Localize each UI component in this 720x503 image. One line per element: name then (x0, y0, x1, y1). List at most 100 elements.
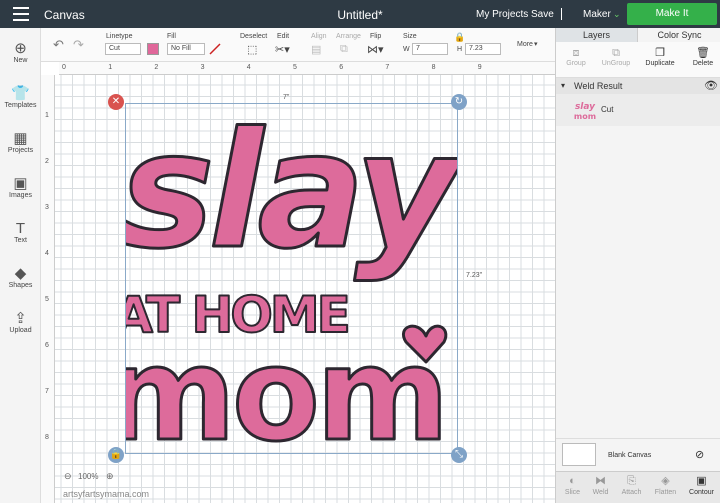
sidebar-item-new[interactable]: ⊕ New (0, 40, 41, 64)
ruler-tick-label: 4 (246, 64, 251, 71)
eye-icon[interactable]: 👁 (704, 79, 718, 92)
contour-button[interactable]: ▣ Contour (685, 474, 718, 496)
shirt-icon: 👕 (11, 85, 30, 102)
size-label: Size (403, 33, 417, 40)
align-menu[interactable]: Align (311, 33, 327, 40)
ruler-horizontal: 0 1 2 3 4 5 6 7 8 9 (59, 62, 555, 75)
weld-artwork[interactable]: slay AT HOME mom (126, 104, 457, 453)
group-button[interactable]: ⧈ Group (556, 46, 596, 67)
art-text-mom: mom (126, 321, 445, 453)
align-icon[interactable]: ▤ (311, 43, 321, 56)
scissors-icon[interactable]: ✂▾ (275, 43, 290, 56)
lock-handle-icon[interactable]: 🔒 (108, 447, 124, 463)
deselect-icon[interactable]: ⬚ (247, 43, 257, 56)
text-icon: T (15, 220, 26, 237)
design-sidebar: ⊕ New 👕 Templates ▦ Projects ▣ Images T Text … (0, 28, 41, 503)
deselect-button[interactable]: Deselect (240, 33, 267, 40)
flatten-icon: ◈ (661, 475, 670, 487)
blank-canvas-row[interactable]: Blank Canvas ⊘ (556, 438, 720, 471)
ruler-tick-label: 0 (62, 64, 66, 71)
document-title: Untitled* (337, 8, 383, 22)
chevron-down-icon[interactable]: ⌄ (613, 9, 621, 20)
width-dimension: 7" (283, 94, 290, 101)
ungroup-button[interactable]: ⧉ UnGroup (596, 46, 636, 67)
panel-tabs: Layers Color Sync (556, 28, 720, 42)
ungroup-icon: ⧉ (612, 47, 620, 59)
lock-icon[interactable]: 🔒 (454, 32, 465, 43)
weld-icon: ⧓ (595, 475, 606, 487)
height-input[interactable]: 7.23 (465, 43, 501, 55)
zoom-control: ⊖ 100% ⊕ (64, 469, 132, 485)
save-link[interactable]: Save (531, 9, 554, 20)
fill-select[interactable]: No Fill (167, 43, 205, 55)
fill-label: Fill (167, 33, 176, 40)
weld-button[interactable]: ⧓ Weld (584, 474, 617, 496)
group-name: Weld Result (574, 81, 623, 91)
arrange-menu[interactable]: Arrange (336, 33, 361, 40)
height-label: H (457, 46, 463, 53)
ruler-tick-label: 7 (385, 64, 390, 71)
ruler-tick-label: 5 (45, 296, 49, 303)
duplicate-icon: ❐ (655, 47, 665, 59)
flip-icon[interactable]: ⋈▾ (367, 43, 384, 56)
tab-color-sync[interactable]: Color Sync (638, 28, 720, 42)
layer-tools: ⧈ Group ⧉ UnGroup ❐ Duplicate 🗑 Delete (556, 42, 720, 78)
sidebar-item-text[interactable]: T Text (0, 220, 41, 244)
delete-button[interactable]: 🗑 Delete (683, 46, 720, 67)
layer-item[interactable]: slay mom Cut (556, 94, 720, 126)
projects-icon: ▦ (13, 130, 28, 147)
duplicate-button[interactable]: ❐ Duplicate (640, 46, 680, 67)
contour-icon: ▣ (696, 475, 707, 487)
sidebar-item-projects[interactable]: ▦ Projects (0, 130, 41, 154)
sidebar-item-templates[interactable]: 👕 Templates (0, 85, 41, 109)
shapes-icon: ◆ (14, 265, 27, 282)
menu-icon[interactable] (13, 7, 29, 21)
app-title: Canvas (44, 8, 85, 22)
more-menu[interactable]: More (517, 41, 533, 48)
ruler-tick-label: 1 (45, 112, 49, 119)
edit-menu[interactable]: Edit (277, 33, 289, 40)
no-fill-icon[interactable] (209, 43, 221, 55)
flip-menu[interactable]: Flip (370, 33, 381, 40)
ruler-tick-label: 6 (45, 342, 49, 349)
machine-select[interactable]: Maker (583, 9, 611, 20)
eye-hidden-icon[interactable]: ⊘ (695, 448, 704, 461)
ruler-tick-label: 9 (477, 64, 482, 71)
make-it-button[interactable]: Make It (627, 3, 717, 25)
plus-icon: ⊕ (14, 40, 27, 57)
zoom-out-icon[interactable]: ⊖ (64, 471, 72, 482)
group-icon: ⧈ (572, 47, 580, 59)
blank-canvas-label: Blank Canvas (608, 452, 652, 459)
art-text-slay: slay (126, 104, 457, 284)
edit-toolbar: ↶ ↷ Linetype Cut Fill No Fill Deselect ⬚… (41, 28, 555, 62)
blank-canvas-swatch[interactable] (562, 443, 596, 466)
layer-label: Cut (601, 105, 614, 114)
rotate-handle-icon[interactable]: ↻ (451, 94, 467, 110)
flatten-button[interactable]: ◈ Flatten (649, 474, 682, 496)
undo-icon[interactable]: ↶ (53, 37, 64, 53)
my-projects-link[interactable]: My Projects (476, 9, 528, 20)
redo-icon[interactable]: ↷ (73, 37, 84, 53)
resize-handle-icon[interactable]: ⤡ (451, 447, 467, 463)
zoom-in-icon[interactable]: ⊕ (106, 471, 114, 482)
width-input[interactable]: 7 (412, 43, 448, 55)
caret-down-icon[interactable]: ▾ (534, 40, 538, 48)
ruler-tick-label: 3 (45, 204, 49, 211)
sidebar-item-images[interactable]: ▣ Images (0, 175, 41, 199)
watermark: artsyfartsymama.com (63, 489, 150, 499)
ruler-tick-label: 6 (339, 64, 344, 71)
linetype-color-swatch[interactable] (147, 43, 159, 55)
arrange-icon[interactable]: ⧉ (340, 43, 348, 56)
sidebar-item-shapes[interactable]: ◆ Shapes (0, 265, 41, 289)
caret-down-icon[interactable]: ▾ (561, 81, 565, 90)
ruler-tick-label: 8 (45, 434, 49, 441)
width-label: W (403, 46, 410, 53)
attach-button[interactable]: ⎘ Attach (615, 474, 648, 496)
linetype-select[interactable]: Cut (105, 43, 141, 55)
sidebar-item-upload[interactable]: ⇪ Upload (0, 310, 41, 334)
tab-layers[interactable]: Layers (556, 28, 638, 42)
layer-group-weld-result[interactable]: ▾ Weld Result 👁 (556, 78, 720, 94)
ruler-tick-label: 4 (45, 250, 49, 257)
linetype-label: Linetype (106, 33, 133, 40)
delete-handle-icon[interactable]: ✕ (108, 94, 124, 110)
